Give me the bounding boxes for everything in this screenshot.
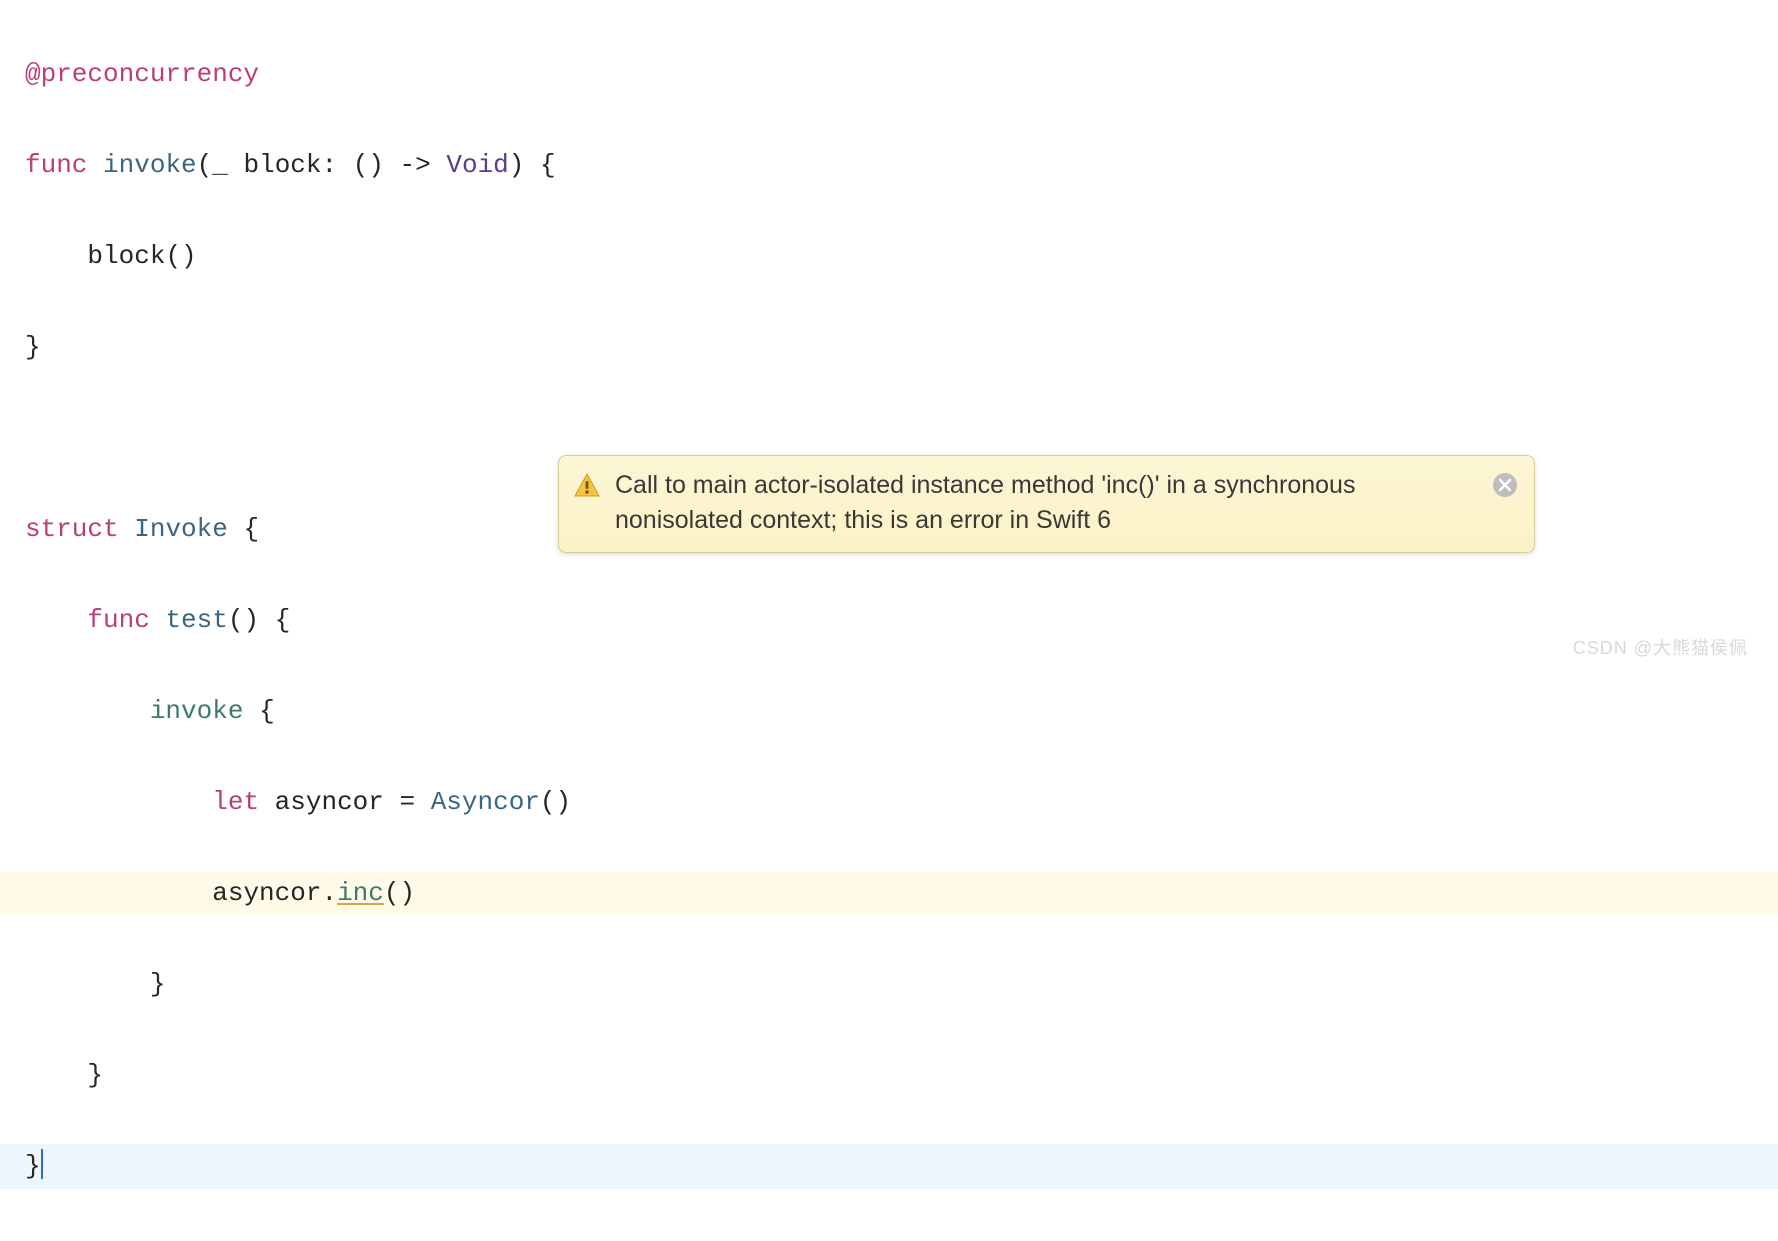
function-name-test: test <box>165 605 227 635</box>
close-paren: ) <box>509 150 525 180</box>
test-open-paren: ( <box>228 605 244 635</box>
param-name: block <box>243 150 321 180</box>
keyword-let: let <box>212 787 259 817</box>
ctor-close-paren: ) <box>556 787 572 817</box>
close-icon[interactable] <box>1492 468 1518 505</box>
equals: = <box>399 787 415 817</box>
watermark: CSDN @大熊猫侯佩 <box>1573 634 1748 660</box>
test-open-brace: { <box>275 605 291 635</box>
open-brace: { <box>540 150 556 180</box>
close-brace: } <box>25 332 41 362</box>
param-underscore: _ <box>212 150 228 180</box>
ctor-open-paren: ( <box>540 787 556 817</box>
type-void: Void <box>446 150 508 180</box>
test-close-brace: } <box>87 1060 103 1090</box>
type-open-paren: ( <box>353 150 369 180</box>
block-call: block <box>87 241 165 271</box>
keyword-struct: struct <box>25 514 119 544</box>
warning-popup[interactable]: Call to main actor-isolated instance met… <box>558 455 1535 553</box>
keyword-func: func <box>25 150 87 180</box>
call-close-paren: ) <box>181 241 197 271</box>
closure-close-brace: } <box>150 969 166 999</box>
inc-open-paren: ( <box>384 878 400 908</box>
closure-open-brace: { <box>259 696 275 726</box>
method-inc: inc <box>337 878 384 908</box>
text-cursor <box>41 1149 43 1179</box>
colon: : <box>322 150 338 180</box>
code-editor[interactable]: @preconcurrency func invoke(_ block: () … <box>0 0 1778 1241</box>
type-asyncor: Asyncor <box>431 787 540 817</box>
type-close-paren: ) <box>368 150 384 180</box>
struct-name: Invoke <box>134 514 228 544</box>
call-open-paren: ( <box>165 241 181 271</box>
arrow: -> <box>400 150 431 180</box>
warning-icon <box>573 468 601 507</box>
keyword-func-test: func <box>87 605 149 635</box>
invoke-call: invoke <box>150 696 244 726</box>
dot: . <box>321 878 337 908</box>
attribute-preconcurrency: @preconcurrency <box>25 59 259 89</box>
inc-close-paren: ) <box>399 878 415 908</box>
test-close-paren: ) <box>243 605 259 635</box>
struct-close-brace: } <box>25 1151 41 1181</box>
variable-asyncor: asyncor <box>275 787 384 817</box>
accessor-asyncor: asyncor <box>212 878 321 908</box>
struct-open-brace: { <box>243 514 259 544</box>
open-paren: ( <box>197 150 213 180</box>
warning-message: Call to main actor-isolated instance met… <box>615 468 1478 538</box>
function-name-invoke: invoke <box>103 150 197 180</box>
